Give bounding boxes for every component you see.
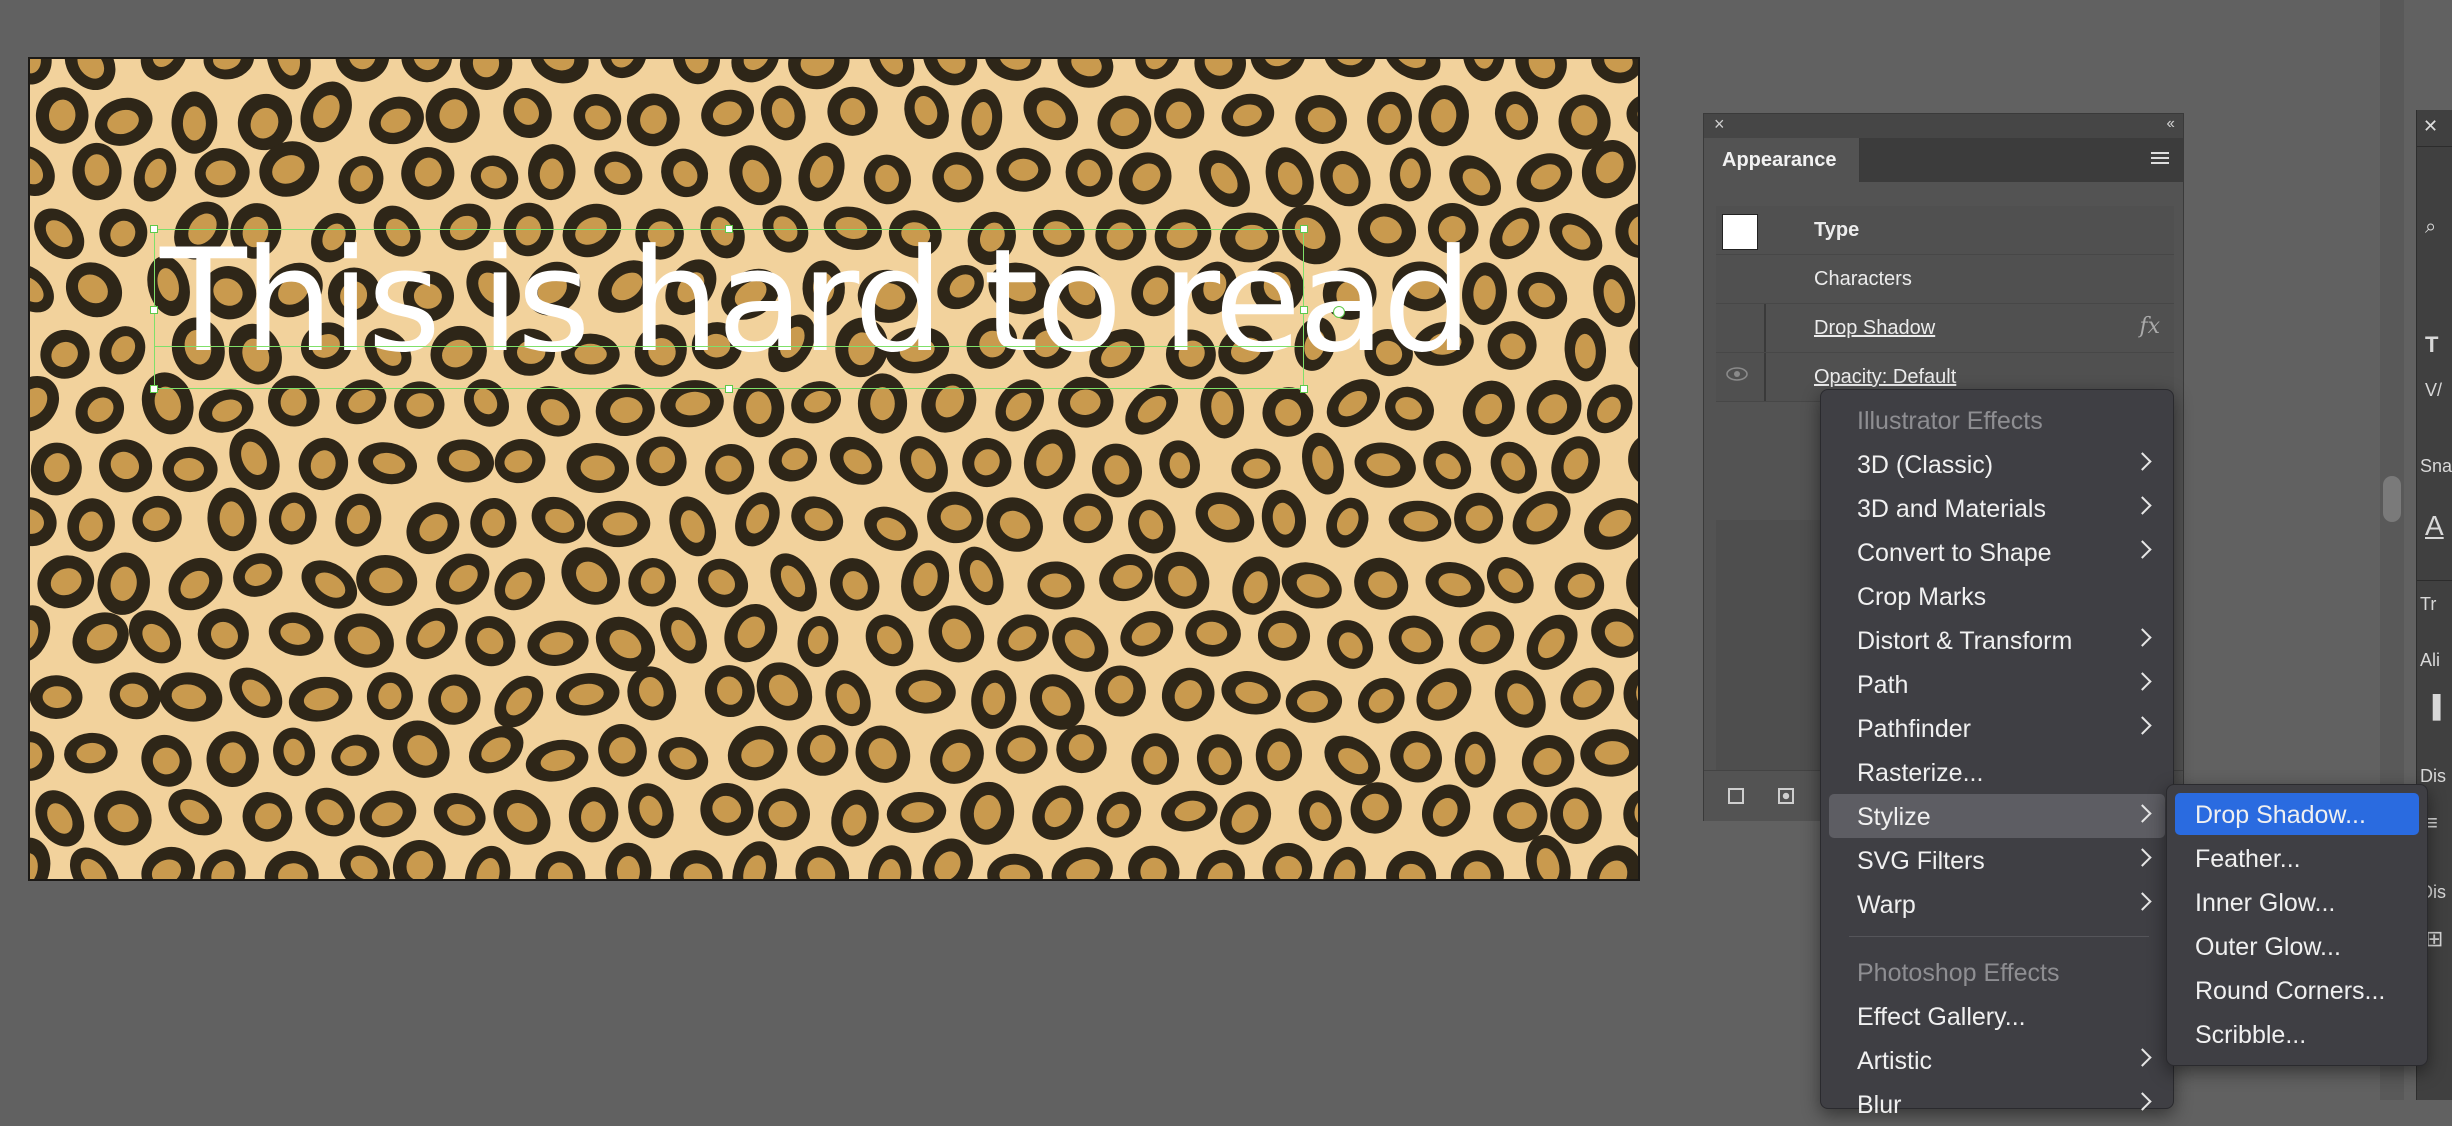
fx-icon[interactable]: fx (2139, 314, 2160, 339)
type-tool-glyph: T (2425, 332, 2439, 357)
char-style-glyph: A (2425, 510, 2444, 541)
selection-handle[interactable] (725, 385, 733, 393)
submenu-item-feather[interactable]: Feather... (2175, 837, 2419, 879)
submenu-item-drop-shadow[interactable]: Drop Shadow... (2175, 793, 2419, 835)
menu-header-illustrator-effects: Illustrator Effects (1857, 407, 2043, 435)
chevron-right-icon (2133, 496, 2152, 515)
selection-handle[interactable] (150, 306, 158, 314)
menu-item-svg-filters[interactable]: SVG Filters (1829, 838, 2165, 882)
submenu-item-inner-glow[interactable]: Inner Glow... (2175, 881, 2419, 923)
align-left-icon[interactable]: ▐ (2425, 694, 2441, 720)
transform-label: Tr (2420, 594, 2437, 614)
chevron-right-icon (2133, 1092, 2152, 1111)
menu-item-crop-marks[interactable]: Crop Marks (1829, 574, 2165, 618)
chevron-right-icon (2133, 848, 2152, 867)
submenu-item-outer-glow[interactable]: Outer Glow... (2175, 925, 2419, 967)
selection-handle[interactable] (725, 225, 733, 233)
menu-item-pathfinder[interactable]: Pathfinder (1829, 706, 2165, 750)
selection-handle[interactable] (150, 385, 158, 393)
collapse-icon[interactable]: ‹‹ (2166, 115, 2175, 133)
visibility-eye-icon[interactable] (1726, 367, 1748, 381)
align-label: Ali (2420, 650, 2441, 670)
effects-context-menu: Illustrator Effects 3D (Classic) 3D and … (1820, 389, 2174, 1119)
chevron-right-icon (2133, 672, 2152, 691)
submenu-item-round-corners[interactable]: Round Corners... (2175, 969, 2419, 1011)
chevron-right-icon (2133, 892, 2152, 911)
add-fill-icon[interactable] (1778, 788, 1794, 804)
chevron-right-icon (2133, 540, 2152, 559)
kerning-glyph: V/ (2425, 380, 2443, 400)
stylize-submenu: Drop Shadow... Feather... Inner Glow... … (2166, 784, 2428, 1066)
selection-handle[interactable] (1300, 385, 1308, 393)
menu-item-convert-to-shape[interactable]: Convert to Shape (1829, 530, 2165, 574)
chevron-right-icon (2133, 628, 2152, 647)
close-icon[interactable]: ✕ (2423, 116, 2438, 137)
close-icon[interactable]: × (1714, 114, 1725, 135)
canvas-scrollbar-thumb[interactable] (2383, 476, 2401, 522)
menu-item-3d-materials[interactable]: 3D and Materials (1829, 486, 2165, 530)
type-threading-port[interactable] (1333, 306, 1345, 318)
chevron-right-icon (2133, 452, 2152, 471)
menu-item-warp[interactable]: Warp (1829, 882, 2165, 926)
chevron-right-icon (2133, 716, 2152, 735)
distribute-label: Dis (2420, 766, 2446, 786)
menu-item-stylize[interactable]: Stylize (1829, 794, 2165, 838)
chevron-right-icon (2133, 804, 2152, 823)
menu-item-path[interactable]: Path (1829, 662, 2165, 706)
menu-header-photoshop-effects: Photoshop Effects (1857, 959, 2060, 987)
appearance-row-type[interactable]: Type (1716, 206, 2174, 255)
chevron-right-icon (2133, 1048, 2152, 1067)
selection-handle[interactable] (150, 225, 158, 233)
panel-menu-icon[interactable] (2151, 152, 2169, 166)
appearance-row-drop-shadow[interactable]: Drop Shadow fx (1716, 304, 2174, 353)
menu-item-effect-gallery[interactable]: Effect Gallery... (1829, 994, 2165, 1038)
menu-item-artistic[interactable]: Artistic (1829, 1038, 2165, 1082)
selection-handle[interactable] (1300, 306, 1308, 314)
artboard[interactable]: This is hard to read (28, 57, 1640, 881)
fill-swatch[interactable] (1722, 214, 1758, 250)
tab-appearance[interactable]: Appearance (1704, 138, 1860, 182)
submenu-item-scribble[interactable]: Scribble... (2175, 1013, 2419, 1055)
appearance-row-characters[interactable]: Characters (1716, 255, 2174, 304)
menu-separator (1849, 936, 2149, 937)
search-icon[interactable]: ⌕ (2425, 216, 2436, 239)
text-baseline (154, 346, 1304, 347)
menu-item-3d-classic[interactable]: 3D (Classic) (1829, 442, 2165, 486)
leopard-pattern (30, 59, 1638, 879)
add-stroke-icon[interactable] (1728, 788, 1744, 804)
menu-item-rasterize[interactable]: Rasterize... (1829, 750, 2165, 794)
snap-label: Sna (2420, 456, 2452, 476)
text-selection-box (154, 229, 1304, 389)
menu-item-distort-transform[interactable]: Distort & Transform (1829, 618, 2165, 662)
selection-handle[interactable] (1300, 225, 1308, 233)
panel-titlebar[interactable]: × ‹‹ (1704, 114, 2183, 138)
menu-item-blur[interactable]: Blur (1829, 1082, 2165, 1126)
